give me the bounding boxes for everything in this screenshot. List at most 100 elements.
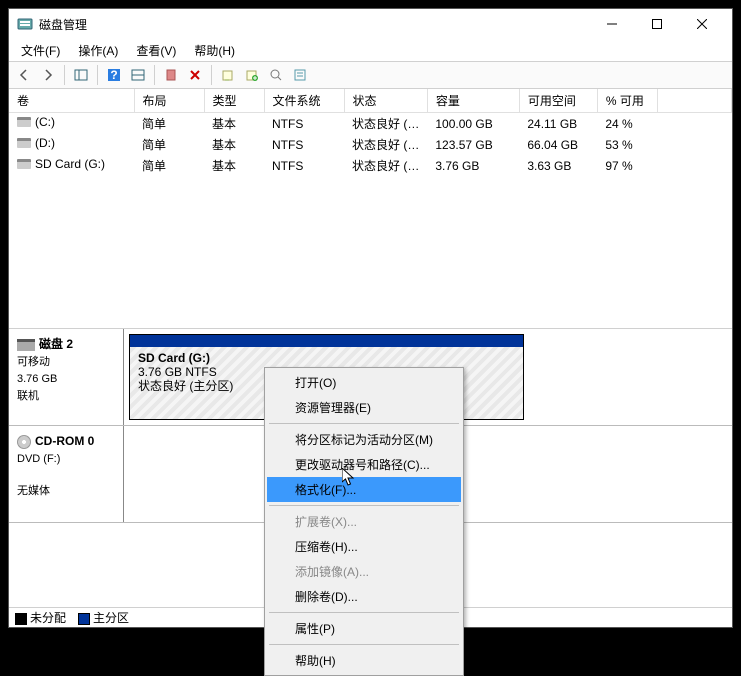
cdrom-status: 无媒体 [17,483,115,499]
cell-free: 66.04 GB [519,134,597,155]
cell-status: 状态良好 (… [344,155,427,176]
cdrom-drive: DVD (F:) [17,451,115,467]
col-layout[interactable]: 布局 [134,89,204,113]
volume-icon [17,117,31,127]
col-free[interactable]: 可用空间 [519,89,597,113]
nav-back-button[interactable] [13,64,35,86]
cell-capacity: 100.00 GB [427,113,519,135]
partition-header [130,335,523,347]
cell-layout: 简单 [134,113,204,135]
legend-primary: 主分区 [78,609,129,626]
cell-fs: NTFS [264,113,344,135]
volume-name: (C:) [35,115,55,129]
disk-size: 3.76 GB [17,371,115,387]
window-controls [589,10,724,38]
context-menu: 打开(O) 资源管理器(E) 将分区标记为活动分区(M) 更改驱动器号和路径(C… [264,367,464,676]
disk-label: 磁盘 2 可移动 3.76 GB 联机 [9,329,124,425]
cell-status: 状态良好 (… [344,134,427,155]
ctx-delete[interactable]: 删除卷(D)... [267,584,461,609]
properties-icon[interactable] [289,64,311,86]
toolbar-separator [211,65,212,85]
new-volume-button[interactable] [241,64,263,86]
menu-action[interactable]: 操作(A) [72,40,124,61]
cell-fs: NTFS [264,134,344,155]
ctx-shrink[interactable]: 压缩卷(H)... [267,534,461,559]
search-icon[interactable] [265,64,287,86]
col-type[interactable]: 类型 [204,89,264,113]
menu-help[interactable]: 帮助(H) [188,40,241,61]
cell-pct: 24 % [597,113,657,135]
ctx-help[interactable]: 帮助(H) [267,648,461,673]
show-hide-tree-button[interactable] [70,64,92,86]
col-status[interactable]: 状态 [344,89,427,113]
ctx-mirror: 添加镜像(A)... [267,559,461,584]
volume-name: (D:) [35,136,55,150]
volume-list: 卷 布局 类型 文件系统 状态 容量 可用空间 % 可用 (C:) 简单 基本 … [9,89,732,329]
ctx-separator [269,423,459,424]
disk-removable: 可移动 [17,354,115,370]
legend-unallocated-swatch [15,613,27,625]
ctx-separator [269,505,459,506]
disk-label: CD-ROM 0 DVD (F:) 无媒体 [9,426,124,522]
rescan-button[interactable] [217,64,239,86]
nav-forward-button[interactable] [37,64,59,86]
table-row[interactable]: (D:) 简单 基本 NTFS 状态良好 (… 123.57 GB 66.04 … [9,134,732,155]
ctx-format[interactable]: 格式化(F)... [267,477,461,502]
legend-primary-swatch [78,613,90,625]
app-icon [17,16,33,32]
toolbar-separator [97,65,98,85]
maximize-button[interactable] [634,10,679,38]
menu-file[interactable]: 文件(F) [15,40,66,61]
col-pct[interactable]: % 可用 [597,89,657,113]
cd-icon [17,435,31,449]
ctx-open[interactable]: 打开(O) [267,370,461,395]
col-capacity[interactable]: 容量 [427,89,519,113]
titlebar: 磁盘管理 [9,9,732,39]
cell-status: 状态良好 (… [344,113,427,135]
ctx-separator [269,644,459,645]
menu-view[interactable]: 查看(V) [130,40,182,61]
table-row[interactable]: (C:) 简单 基本 NTFS 状态良好 (… 100.00 GB 24.11 … [9,113,732,135]
window-title: 磁盘管理 [39,16,589,33]
disk-name: CD-ROM 0 [35,434,94,448]
refresh-button[interactable] [160,64,182,86]
toolbar-separator [154,65,155,85]
disk-online: 联机 [17,388,115,404]
volume-table: 卷 布局 类型 文件系统 状态 容量 可用空间 % 可用 (C:) 简单 基本 … [9,89,732,176]
cell-capacity: 123.57 GB [427,134,519,155]
ctx-separator [269,612,459,613]
cell-layout: 简单 [134,155,204,176]
volume-icon [17,159,31,169]
table-row[interactable]: SD Card (G:) 简单 基本 NTFS 状态良好 (… 3.76 GB … [9,155,732,176]
ctx-properties[interactable]: 属性(P) [267,616,461,641]
view-settings-button[interactable] [127,64,149,86]
toolbar-separator [64,65,65,85]
help-button[interactable]: ? [103,64,125,86]
disk-name: 磁盘 2 [39,337,73,351]
cell-pct: 53 % [597,134,657,155]
toolbar: ? [9,61,732,89]
cell-layout: 简单 [134,134,204,155]
ctx-mark-active[interactable]: 将分区标记为活动分区(M) [267,427,461,452]
ctx-change-letter[interactable]: 更改驱动器号和路径(C)... [267,452,461,477]
legend-unallocated: 未分配 [15,609,66,626]
svg-text:?: ? [110,68,117,82]
cell-free: 24.11 GB [519,113,597,135]
volume-name: SD Card (G:) [35,157,105,171]
col-spacer [657,89,731,113]
col-volume[interactable]: 卷 [9,89,134,113]
cell-type: 基本 [204,155,264,176]
ctx-explorer[interactable]: 资源管理器(E) [267,395,461,420]
volume-icon [17,138,31,148]
cell-capacity: 3.76 GB [427,155,519,176]
menubar: 文件(F) 操作(A) 查看(V) 帮助(H) [9,39,732,61]
col-fs[interactable]: 文件系统 [264,89,344,113]
cell-free: 3.63 GB [519,155,597,176]
disk-hw-icon [17,339,35,351]
ctx-extend: 扩展卷(X)... [267,509,461,534]
delete-icon[interactable] [184,64,206,86]
minimize-button[interactable] [589,10,634,38]
cell-type: 基本 [204,134,264,155]
cell-type: 基本 [204,113,264,135]
close-button[interactable] [679,10,724,38]
